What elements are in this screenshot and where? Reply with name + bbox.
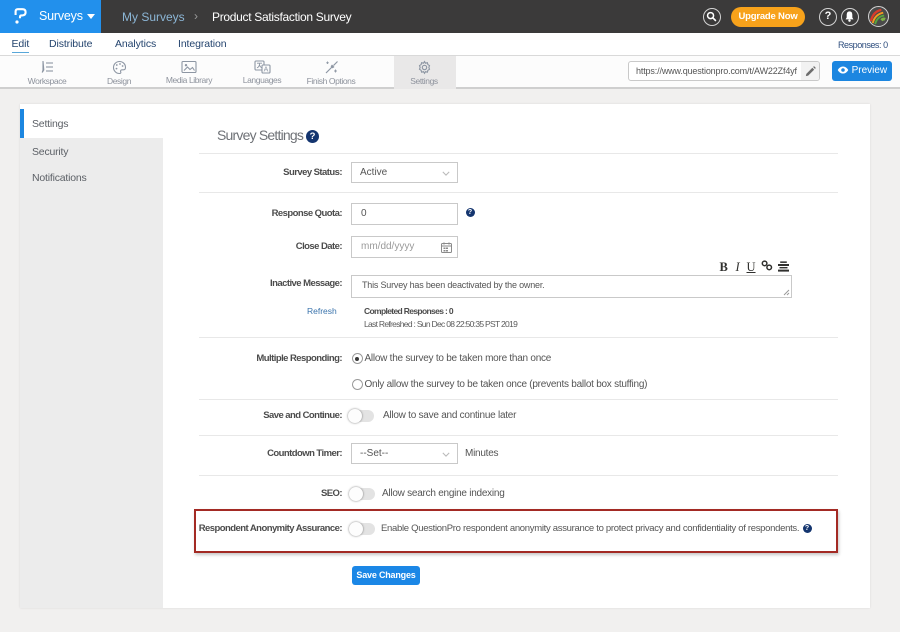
svg-text:A: A: [263, 67, 268, 74]
